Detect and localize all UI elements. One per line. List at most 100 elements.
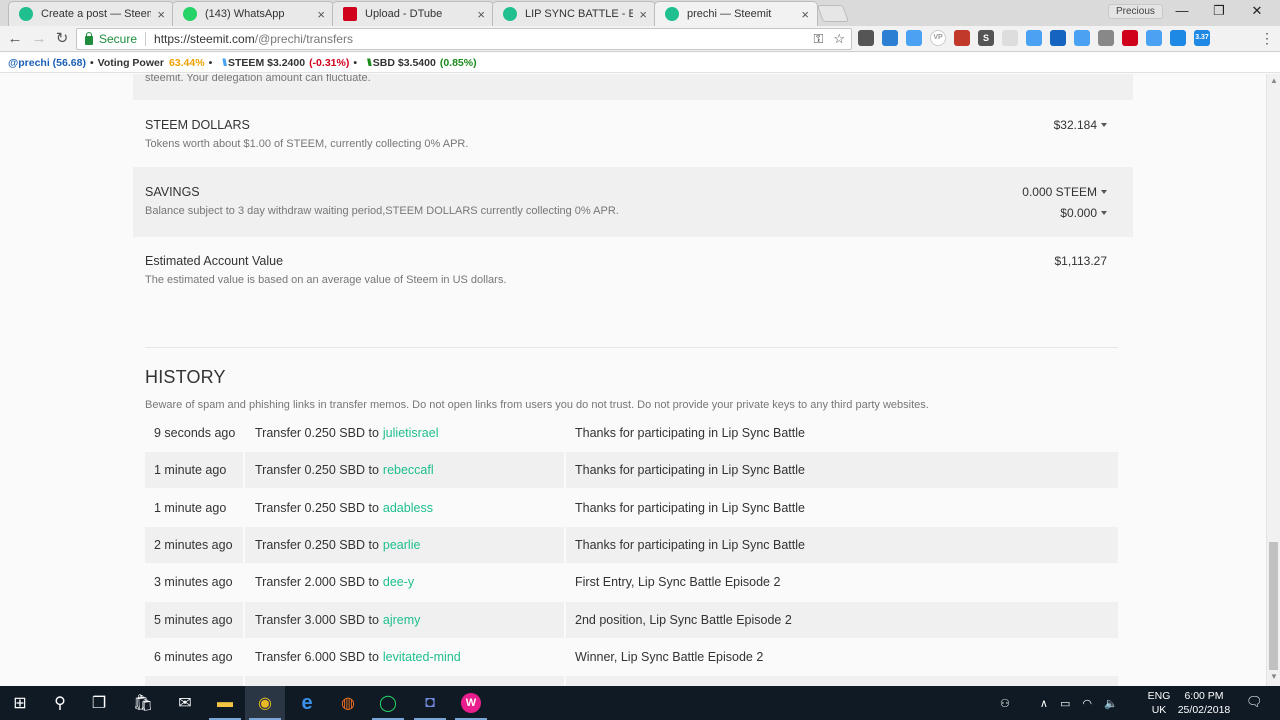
extension-icon[interactable] <box>1098 30 1114 46</box>
taskbar-task-view-icon[interactable]: ❐ <box>79 686 119 720</box>
store-icon: 🛍 <box>132 695 154 712</box>
tab-close-icon[interactable]: × <box>801 7 809 22</box>
browser-tab-strip: Create a post — Steemit × (143) WhatsApp… <box>0 0 1280 26</box>
extension-icon[interactable] <box>906 30 922 46</box>
bookmark-star-icon[interactable]: ☆ <box>833 31 845 47</box>
tab-close-icon[interactable]: × <box>317 7 325 22</box>
minimize-icon[interactable]: — <box>1172 3 1192 18</box>
extension-icon[interactable] <box>1146 30 1162 46</box>
steemit-favicon-icon <box>19 7 33 21</box>
page-scrollbar[interactable]: ▲ ▼ <box>1266 74 1280 686</box>
history-row: 3 minutes ago Transfer 2.000 SBD to dee-y F… <box>145 564 1118 601</box>
tab-dtube[interactable]: Upload - DTube × <box>332 1 494 26</box>
sbd-price: SBD $3.5400 <box>372 56 436 69</box>
history-operation: Transfer 2.000 SBD to dee-y <box>245 564 564 600</box>
lock-icon <box>85 31 93 45</box>
taskbar-discord-icon[interactable]: ◘ <box>410 686 450 720</box>
extension-icon[interactable] <box>1026 30 1042 46</box>
extension-icon[interactable] <box>1002 30 1018 46</box>
browser-menu-icon[interactable]: ⋮ <box>1260 30 1274 47</box>
extension-icon[interactable]: 3.37 <box>1194 30 1210 46</box>
savings-sbd-dropdown[interactable]: $0.000 <box>1060 206 1107 220</box>
steem-logo-icon: \\\ <box>222 56 227 69</box>
savings-steem-dropdown[interactable]: 0.000 STEEM <box>1022 185 1107 199</box>
taskbar-start-icon[interactable]: ⊞ <box>0 686 40 720</box>
tab-lip-sync-battle[interactable]: LIP SYNC BATTLE - EPISO × <box>492 1 656 26</box>
steem-price-ticker: @prechi (56.68) • Voting Power 63.44% • … <box>0 53 1280 73</box>
taskbar-mail-icon[interactable]: ✉ <box>165 686 205 720</box>
taskbar-w-app-icon[interactable]: W <box>451 686 491 720</box>
taskbar-edge-icon[interactable]: e <box>287 686 327 720</box>
recipient-link[interactable]: rebeccafl <box>383 463 434 477</box>
restore-icon[interactable]: ❐ <box>1209 3 1229 19</box>
steemit-favicon-icon <box>503 7 517 21</box>
history-row <box>145 676 1118 686</box>
extension-icon[interactable] <box>1050 30 1066 46</box>
tab-close-icon[interactable]: × <box>639 7 647 22</box>
recipient-link[interactable]: pearlie <box>383 538 421 552</box>
tab-close-icon[interactable]: × <box>477 7 485 22</box>
recipient-link[interactable]: adabless <box>383 501 433 515</box>
time-text: 3 minutes ago <box>154 575 233 590</box>
clock-date: 25/02/2018 <box>1177 704 1231 716</box>
new-tab-button[interactable] <box>816 5 850 22</box>
wifi-icon[interactable]: ◠ <box>1082 697 1092 710</box>
volume-icon[interactable]: 🔈 <box>1104 697 1118 710</box>
recipient-link[interactable]: dee-y <box>383 575 414 589</box>
steem-change: (-0.31%) <box>309 56 350 69</box>
notification-center-icon[interactable]: 🗨 <box>1246 694 1263 710</box>
tab-whatsapp[interactable]: (143) WhatsApp × <box>172 1 334 26</box>
history-operation <box>245 676 564 686</box>
tab-prechi-steemit[interactable]: prechi — Steemit × <box>654 1 818 26</box>
windows-taskbar: ⊞ ⚲ ❐ 🛍 ✉ ▬ ◉ e ◍ ◯ ◘ W ⚇ ∧ ▭ ◠ 🔈 ENG UK 6:00 PM 25… <box>0 686 1280 720</box>
tab-create-post[interactable]: Create a post — Steemit × <box>8 1 174 26</box>
steem-dollars-dropdown[interactable]: $32.184 <box>1054 118 1107 132</box>
scroll-down-icon[interactable]: ▼ <box>1270 672 1278 681</box>
forward-icon[interactable]: → <box>30 30 48 48</box>
extension-icon[interactable] <box>882 30 898 46</box>
scroll-thumb[interactable] <box>1269 542 1278 670</box>
extension-icon[interactable]: VP <box>930 30 946 46</box>
taskbar-store-icon[interactable]: 🛍 <box>123 686 163 720</box>
section-divider <box>145 347 1118 348</box>
profile-button[interactable]: Precious <box>1108 4 1163 19</box>
taskbar-whatsapp-icon[interactable]: ◯ <box>368 686 408 720</box>
steem-power-desc: steemit. Your delegation amount can fluc… <box>145 74 371 84</box>
tray-chevron-icon[interactable]: ∧ <box>1040 697 1048 710</box>
language-indicator[interactable]: ENG UK <box>1144 689 1174 717</box>
back-icon[interactable]: ← <box>6 30 24 48</box>
battery-icon[interactable]: ▭ <box>1060 697 1070 710</box>
extension-icon[interactable] <box>858 30 874 46</box>
history-operation: Transfer 0.250 SBD to julietisrael <box>245 415 564 451</box>
scroll-up-icon[interactable]: ▲ <box>1270 76 1278 85</box>
ticker-account[interactable]: @prechi (56.68) <box>8 57 86 69</box>
people-icon[interactable]: ⚇ <box>1000 697 1010 710</box>
extension-icon[interactable] <box>1170 30 1186 46</box>
address-bar[interactable]: Secure https://steemit.com/@prechi/trans… <box>76 28 852 50</box>
close-window-icon[interactable]: ✕ <box>1247 3 1267 19</box>
recipient-link[interactable]: ajremy <box>383 613 421 627</box>
taskbar-chrome-icon[interactable]: ◉ <box>245 686 285 720</box>
estimated-value-desc: The estimated value is based on an avera… <box>145 274 507 286</box>
history-row: 1 minute ago Transfer 0.250 SBD to adables… <box>145 490 1118 527</box>
history-memo: Thanks for participating in Lip Sync Bat… <box>566 415 1118 451</box>
savings-row: SAVINGS Balance subject to 3 day withdra… <box>133 167 1133 237</box>
key-icon[interactable]: ⚿ <box>813 31 823 47</box>
extension-icon[interactable] <box>954 30 970 46</box>
tab-close-icon[interactable]: × <box>157 7 165 22</box>
history-memo: Thanks for participating in Lip Sync Bat… <box>566 526 1118 563</box>
taskbar-clock[interactable]: 6:00 PM 25/02/2018 <box>1172 689 1236 717</box>
history-memo <box>566 676 1118 686</box>
taskbar-firefox-icon[interactable]: ◍ <box>328 686 368 720</box>
taskbar-search-icon[interactable]: ⚲ <box>40 686 80 720</box>
extension-icon[interactable]: S <box>978 30 994 46</box>
recipient-link[interactable]: julietisrael <box>383 426 439 440</box>
ticker-bullet: • <box>89 56 94 69</box>
extension-icon[interactable] <box>1074 30 1090 46</box>
reload-icon[interactable]: ↻ <box>53 30 71 48</box>
recipient-link[interactable]: levitated-mind <box>383 650 461 664</box>
url-text[interactable]: https://steemit.com/@prechi/transfers <box>154 32 353 46</box>
taskbar-file-explorer-icon[interactable]: ▬ <box>205 686 245 720</box>
extensions-bar: VP S 3.37 <box>858 30 1210 46</box>
extension-icon[interactable] <box>1122 30 1138 46</box>
